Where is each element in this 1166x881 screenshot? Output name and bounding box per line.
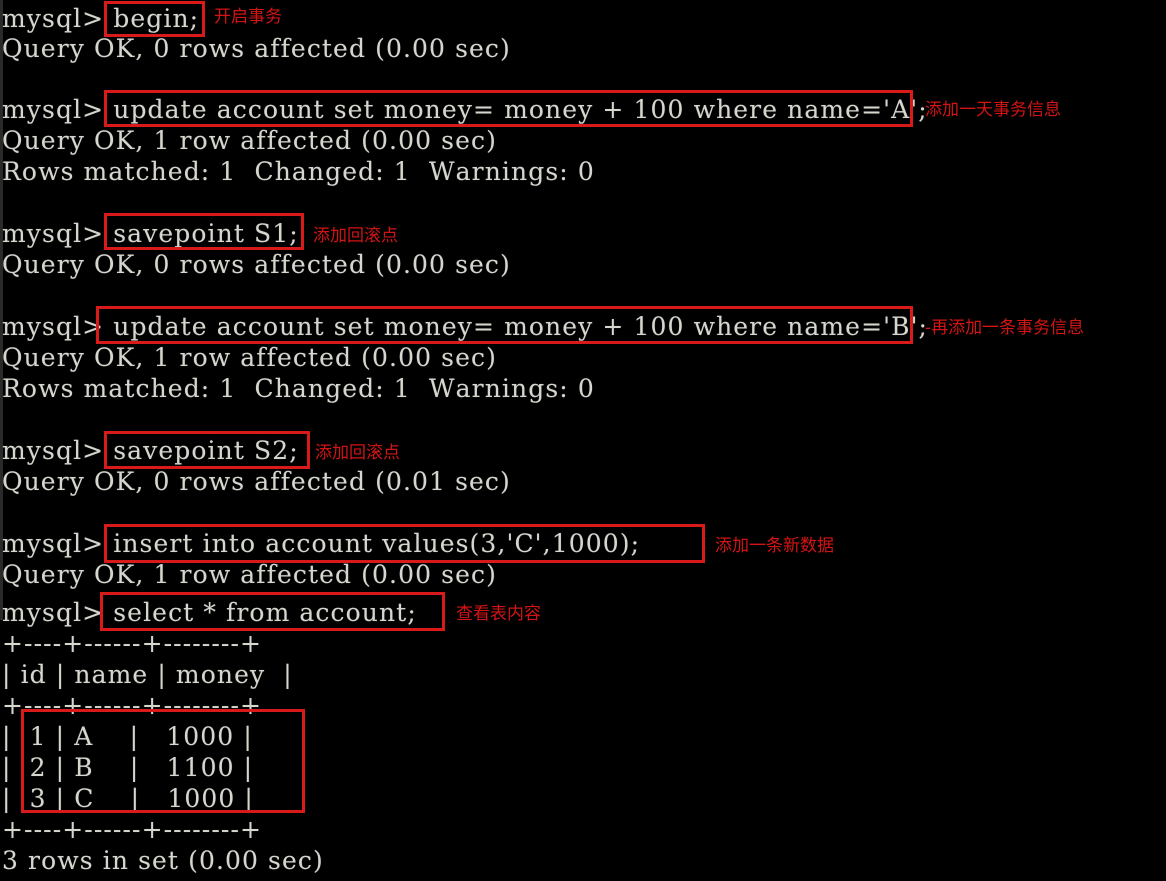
annotation-savepoint-s2: 添加回滚点 bbox=[315, 443, 400, 463]
annotation-begin: 开启事务 bbox=[214, 7, 282, 27]
terminal-window[interactable]: mysql> begin; Query OK, 0 rows affected (… bbox=[0, 0, 1166, 875]
terminal-line: Rows matched: 1 Changed: 1 Warnings: 0 bbox=[2, 374, 595, 403]
terminal-line: Rows matched: 1 Changed: 1 Warnings: 0 bbox=[2, 157, 595, 186]
annotation-insert: 添加一条新数据 bbox=[715, 536, 834, 556]
terminal-line: Query OK, 0 rows affected (0.00 sec) bbox=[2, 250, 511, 279]
annotation-savepoint-s1: 添加回滚点 bbox=[313, 226, 398, 246]
terminal-line: Query OK, 0 rows affected (0.01 sec) bbox=[2, 467, 511, 496]
terminal-line: Query OK, 1 row affected (0.00 sec) bbox=[2, 560, 497, 589]
annotation-update-a: 添加一天事务信息 bbox=[925, 100, 1061, 120]
terminal-line: 3 rows in set (0.00 sec) bbox=[2, 846, 324, 875]
annotation-select: 查看表内容 bbox=[456, 604, 541, 624]
annotation-update-b: -再添加一条事务信息 bbox=[925, 318, 1085, 338]
terminal-line: Query OK, 0 rows affected (0.00 sec) bbox=[2, 34, 511, 63]
